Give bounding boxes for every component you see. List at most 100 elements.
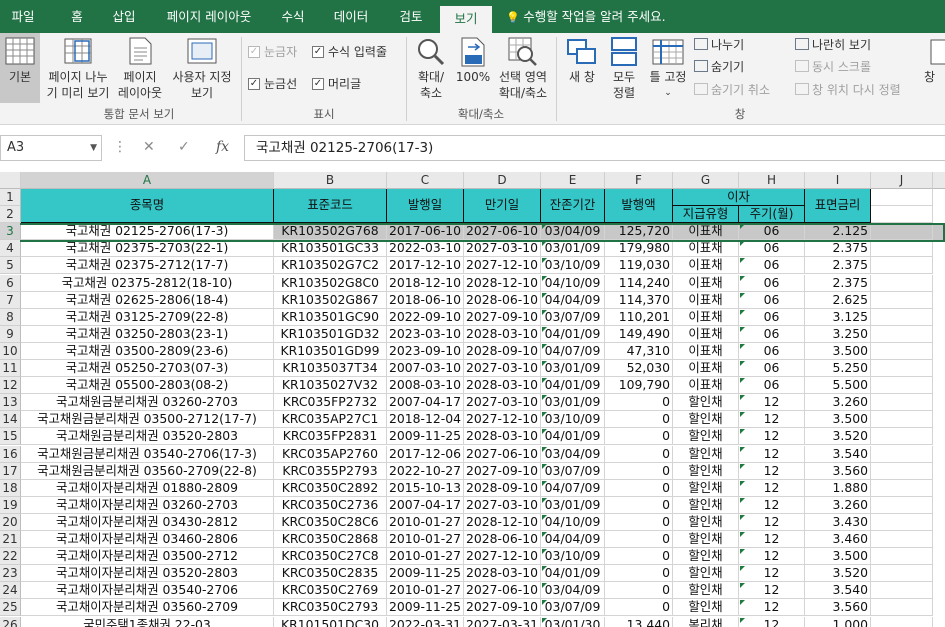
empty-cell[interactable] — [871, 599, 933, 617]
table-cell[interactable]: 2028-03-10 — [464, 325, 541, 343]
table-cell[interactable]: 할인채 — [673, 428, 739, 446]
table-cell[interactable]: 이표채 — [673, 308, 739, 326]
table-cell[interactable]: KR1035037T34 — [274, 360, 387, 378]
header-code[interactable]: 표준코드 — [274, 189, 387, 224]
table-cell[interactable]: 2027-03-10 — [464, 394, 541, 412]
table-cell[interactable]: 12 — [739, 513, 805, 531]
table-cell[interactable]: 이표채 — [673, 377, 739, 395]
table-cell[interactable]: KR103502G7C2 — [274, 257, 387, 275]
table-cell[interactable]: 06 — [739, 291, 805, 309]
empty-cell[interactable] — [871, 445, 933, 463]
table-cell[interactable]: 국고채권 03125-2709(22-8) — [21, 308, 274, 326]
table-cell[interactable]: 12 — [739, 616, 805, 627]
row-header-23[interactable]: 23 — [0, 565, 21, 583]
table-cell[interactable]: 3.520 — [805, 428, 871, 446]
table-cell[interactable]: 47,310 — [605, 342, 673, 360]
table-cell[interactable]: 04/04/09 — [541, 531, 605, 549]
table-cell[interactable]: 12 — [739, 445, 805, 463]
table-cell[interactable]: 110,201 — [605, 308, 673, 326]
table-cell[interactable]: 국고채권 02375-2812(18-10) — [21, 274, 274, 292]
formula-bar-checkbox[interactable]: ✓ 수식 입력줄 — [312, 44, 402, 62]
table-cell[interactable]: 2028-12-10 — [464, 513, 541, 531]
table-cell[interactable]: KRC0350C2793 — [274, 599, 387, 617]
table-cell[interactable]: 국고채이자분리채권 03500-2712 — [21, 548, 274, 566]
table-cell[interactable]: KRC035AP2760 — [274, 445, 387, 463]
empty-cell[interactable] — [871, 342, 933, 360]
empty-cell[interactable] — [871, 308, 933, 326]
table-cell[interactable]: 52,030 — [605, 360, 673, 378]
header-maturity[interactable]: 만기일 — [464, 189, 541, 224]
column-header-A[interactable]: A — [21, 172, 274, 189]
table-cell[interactable]: 3.500 — [805, 411, 871, 429]
table-cell[interactable]: 2027-03-10 — [464, 360, 541, 378]
name-box[interactable]: A3 ▼ — [0, 135, 102, 161]
table-cell[interactable]: 2017-12-06 — [387, 445, 464, 463]
tell-me-box[interactable]: 💡 수행할 작업을 알려 주세요. — [506, 0, 666, 33]
table-cell[interactable]: 2.375 — [805, 257, 871, 275]
table-cell[interactable]: 이표채 — [673, 257, 739, 275]
table-cell[interactable]: 2015-10-13 — [387, 479, 464, 497]
column-header-I[interactable]: I — [805, 172, 871, 189]
row-header-12[interactable]: 12 — [0, 377, 21, 395]
table-cell[interactable]: 국고채이자분리채권 03520-2803 — [21, 565, 274, 583]
row-header-18[interactable]: 18 — [0, 479, 21, 497]
worksheet-grid[interactable]: A B C D E F G H I J 1 2 3 4 5 6 7 8 9 10 11 12 13 14 15 16 17 18 19 2… — [0, 172, 945, 627]
table-cell[interactable]: 할인채 — [673, 394, 739, 412]
table-cell[interactable]: 2023-09-10 — [387, 342, 464, 360]
column-header-F[interactable]: F — [605, 172, 673, 189]
table-cell[interactable]: 할인채 — [673, 548, 739, 566]
empty-cell[interactable] — [871, 360, 933, 378]
table-cell[interactable]: 2009-11-25 — [387, 428, 464, 446]
table-cell[interactable]: 2027-12-10 — [464, 257, 541, 275]
table-cell[interactable]: 2007-04-17 — [387, 496, 464, 514]
table-cell[interactable]: 03/10/09 — [541, 548, 605, 566]
table-cell[interactable]: 04/01/09 — [541, 565, 605, 583]
table-cell[interactable]: 2009-11-25 — [387, 565, 464, 583]
table-cell[interactable]: 04/07/09 — [541, 479, 605, 497]
table-cell[interactable]: 04/10/09 — [541, 513, 605, 531]
table-cell[interactable]: 1.880 — [805, 479, 871, 497]
table-cell[interactable]: 03/01/09 — [541, 240, 605, 258]
table-cell[interactable]: 2027-12-10 — [464, 411, 541, 429]
table-cell[interactable]: 할인채 — [673, 462, 739, 480]
table-cell[interactable]: 06 — [739, 308, 805, 326]
headings-checkbox[interactable]: ✓ 머리글 — [312, 76, 372, 94]
ruler-checkbox[interactable]: ✓ 눈금자 — [248, 44, 308, 62]
table-cell[interactable]: KR1035027V32 — [274, 377, 387, 395]
table-cell[interactable]: 2027-06-10 — [464, 445, 541, 463]
table-cell[interactable]: 국고채이자분리채권 03430-2812 — [21, 513, 274, 531]
table-cell[interactable]: KR103501GC90 — [274, 308, 387, 326]
new-window-button[interactable]: 새 창 — [560, 33, 604, 103]
row-header-24[interactable]: 24 — [0, 582, 21, 600]
table-cell[interactable]: 국고채권 02625-2806(18-4) — [21, 291, 274, 309]
gridlines-checkbox[interactable]: ✓ 눈금선 — [248, 76, 308, 94]
empty-cell[interactable] — [871, 531, 933, 549]
column-header-H[interactable]: H — [739, 172, 805, 189]
table-cell[interactable]: 국고채이자분리채권 03460-2806 — [21, 531, 274, 549]
table-cell[interactable]: 국고채이자분리채권 03260-2703 — [21, 496, 274, 514]
table-cell[interactable]: 3.250 — [805, 325, 871, 343]
table-cell[interactable]: KR103502G8C0 — [274, 274, 387, 292]
table-cell[interactable]: 2028-06-10 — [464, 291, 541, 309]
empty-cell[interactable] — [871, 513, 933, 531]
table-cell[interactable]: 04/04/09 — [541, 291, 605, 309]
row-header-7[interactable]: 7 — [0, 291, 21, 309]
empty-cell[interactable] — [871, 582, 933, 600]
table-cell[interactable]: 06 — [739, 360, 805, 378]
table-cell[interactable]: 2022-10-27 — [387, 462, 464, 480]
table-cell[interactable]: 2022-09-10 — [387, 308, 464, 326]
tab-3[interactable]: 페이지 레이아웃 — [153, 0, 265, 33]
row-header-11[interactable]: 11 — [0, 360, 21, 378]
freeze-panes-button[interactable]: 틀 고정 ⌄ — [646, 33, 690, 103]
table-cell[interactable]: 이표채 — [673, 342, 739, 360]
row-header-22[interactable]: 22 — [0, 548, 21, 566]
column-header-D[interactable]: D — [464, 172, 541, 189]
table-cell[interactable]: 이표채 — [673, 291, 739, 309]
table-cell[interactable]: 0 — [605, 428, 673, 446]
reset-window-position-button[interactable]: 창 위치 다시 정렬 — [795, 81, 901, 99]
split-button[interactable]: 나누기 — [694, 36, 744, 54]
row-header-17[interactable]: 17 — [0, 462, 21, 480]
table-cell[interactable]: 국고채이자분리채권 01880-2809 — [21, 479, 274, 497]
table-cell[interactable]: 114,370 — [605, 291, 673, 309]
table-cell[interactable]: 0 — [605, 411, 673, 429]
